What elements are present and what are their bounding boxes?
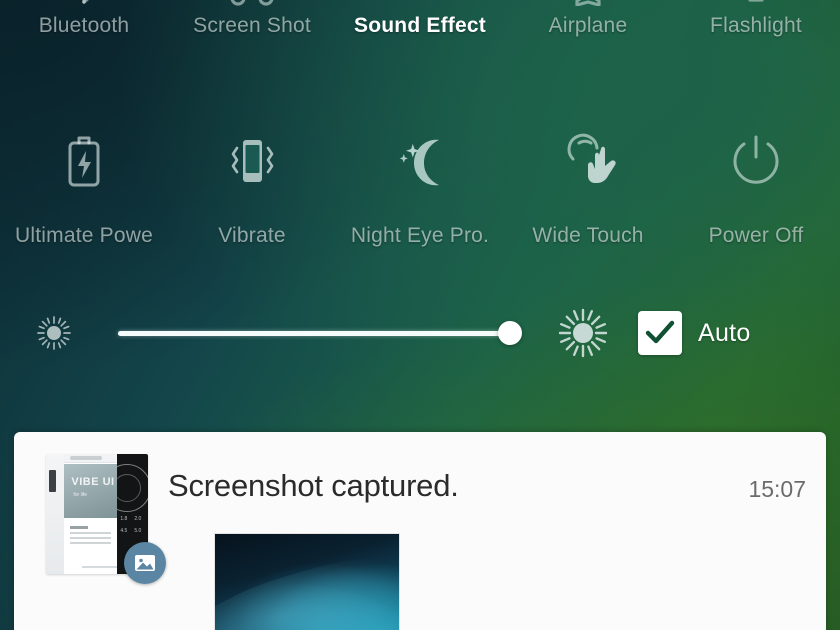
thumbnail-hero: VIBE UI for life bbox=[64, 464, 118, 518]
brightness-row: Auto bbox=[0, 296, 840, 370]
qs-label-airplane: Airplane bbox=[548, 14, 628, 37]
thumbnail-number: 4.5 bbox=[120, 528, 128, 534]
qs-tile-screen-shot[interactable]: Screen Shot bbox=[168, 0, 336, 62]
qs-label-power-off: Power Off bbox=[708, 224, 804, 247]
notification-timestamp: 15:07 bbox=[748, 476, 806, 502]
moon-stars-icon[interactable] bbox=[391, 122, 449, 202]
qs-tile-night-eye[interactable]: Night Eye Pro. bbox=[336, 122, 504, 262]
thumbnail-hero-title: VIBE UI bbox=[71, 476, 115, 488]
thumbnail-center-panel: VIBE UI for life bbox=[64, 454, 123, 574]
power-icon[interactable] bbox=[727, 122, 785, 202]
battery-bolt-icon[interactable] bbox=[64, 122, 104, 202]
qs-tile-sound-effect[interactable]: Sound Effect bbox=[336, 0, 504, 62]
bluetooth-icon[interactable] bbox=[58, 0, 110, 6]
flashlight-icon[interactable] bbox=[734, 0, 778, 6]
qs-tile-bluetooth[interactable]: Bluetooth bbox=[0, 0, 168, 62]
qs-label-screen-shot: Screen Shot bbox=[193, 14, 311, 37]
auto-brightness-checkbox[interactable] bbox=[638, 311, 682, 355]
notification-card[interactable]: VIBE UI for life 1.8 4.5 2.0 5.0 bbox=[14, 432, 826, 630]
thumbnail-left-panel bbox=[46, 454, 65, 574]
brightness-slider-fill bbox=[118, 330, 510, 336]
brightness-slider-thumb[interactable] bbox=[498, 321, 522, 345]
qs-label-night-eye: Night Eye Pro. bbox=[350, 224, 490, 247]
thumbnail-number: 5.0 bbox=[134, 528, 142, 534]
auto-brightness-toggle[interactable]: Auto bbox=[638, 311, 751, 355]
qs-label-flashlight: Flashlight bbox=[710, 14, 802, 37]
thumbnail-text-lines bbox=[70, 526, 112, 547]
sun-small-icon[interactable] bbox=[0, 314, 108, 352]
thumbnail-number: 2.0 bbox=[134, 516, 142, 522]
qs-label-wide-touch: Wide Touch bbox=[532, 224, 644, 247]
image-badge-icon bbox=[124, 542, 166, 584]
qs-tile-power-off[interactable]: Power Off bbox=[672, 122, 840, 262]
sound-effect-icon[interactable] bbox=[392, 0, 448, 6]
qs-tile-flashlight[interactable]: Flashlight bbox=[672, 0, 840, 62]
quick-settings-row-two: Ultimate Powe Vibrate Night Eye Pro. Wid… bbox=[0, 122, 840, 262]
qs-tile-vibrate[interactable]: Vibrate bbox=[168, 122, 336, 262]
screenshot-preview-image[interactable] bbox=[214, 533, 400, 630]
airplane-icon[interactable] bbox=[561, 0, 615, 6]
thumbnail-number: 1.8 bbox=[120, 516, 128, 522]
sun-large-icon[interactable] bbox=[528, 307, 638, 359]
thumbnail-hero-subtitle: for life bbox=[73, 492, 87, 498]
qs-label-vibrate: Vibrate bbox=[218, 224, 286, 247]
auto-brightness-label: Auto bbox=[698, 318, 751, 347]
scissors-icon[interactable] bbox=[226, 0, 278, 6]
brightness-slider[interactable] bbox=[108, 313, 528, 353]
thumbnail-footer-line bbox=[82, 566, 123, 568]
notification-app-thumbnail[interactable]: VIBE UI for life 1.8 4.5 2.0 5.0 bbox=[46, 454, 166, 584]
thumbnail-toolbar bbox=[64, 454, 118, 463]
hand-tap-icon[interactable] bbox=[557, 122, 619, 202]
checkmark-icon bbox=[643, 316, 677, 350]
quick-settings-row-top: Bluetooth Screen Shot Sound Effect Airpl… bbox=[0, 0, 840, 62]
qs-label-ultimate-power: Ultimate Powe bbox=[15, 224, 153, 247]
vibrate-icon[interactable] bbox=[223, 122, 281, 202]
notification-title: Screenshot captured. bbox=[168, 468, 459, 503]
qs-tile-ultimate-power[interactable]: Ultimate Powe bbox=[0, 122, 168, 262]
qs-label-sound-effect: Sound Effect bbox=[354, 14, 486, 37]
qs-tile-airplane[interactable]: Airplane bbox=[504, 0, 672, 62]
qs-tile-wide-touch[interactable]: Wide Touch bbox=[504, 122, 672, 262]
qs-label-bluetooth: Bluetooth bbox=[38, 14, 130, 37]
